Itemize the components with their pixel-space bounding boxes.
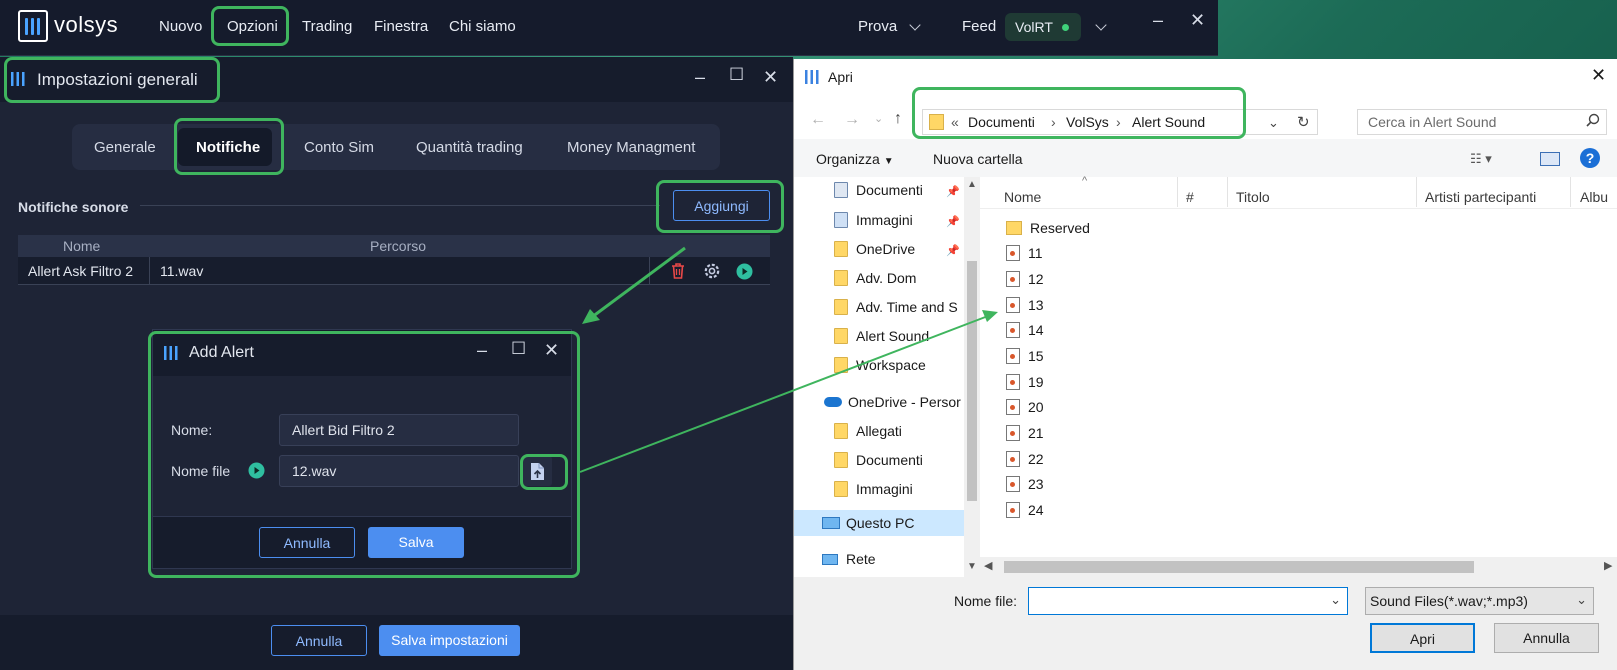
arrow-line bbox=[579, 315, 989, 473]
arrowhead-icon bbox=[982, 310, 998, 322]
annotation-arrows bbox=[579, 246, 998, 473]
arrow-line bbox=[591, 246, 686, 319]
